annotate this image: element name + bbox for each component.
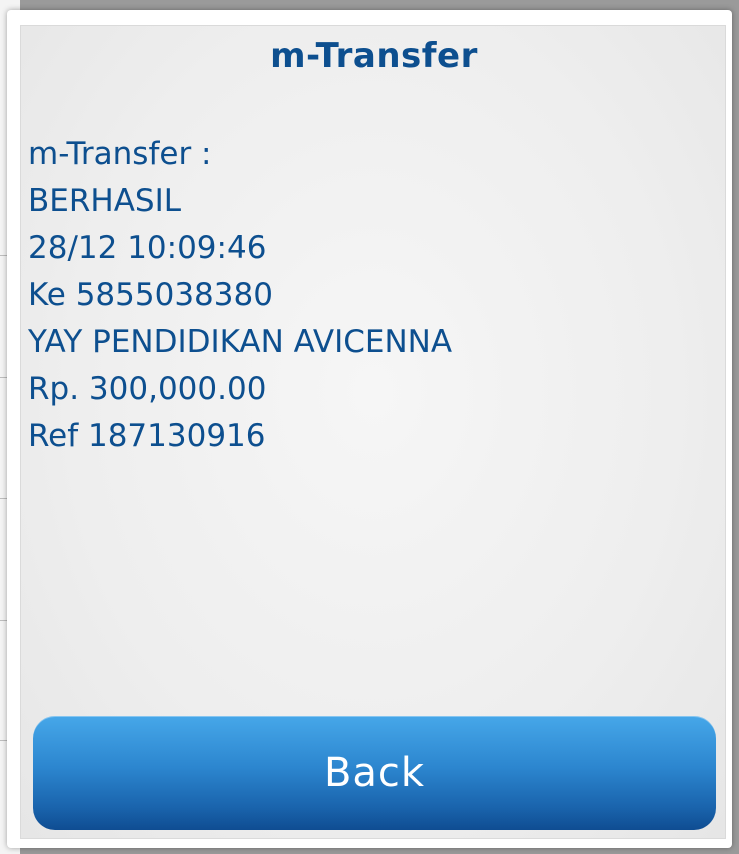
destination-account: Ke 5855038380: [28, 277, 273, 313]
transfer-status: BERHASIL: [28, 183, 182, 219]
transfer-message: m-Transfer : BERHASIL 28/12 10:09:46 Ke …: [28, 131, 708, 460]
dialog-title: m-Transfer: [270, 36, 478, 76]
recipient-name: YAY PENDIDIKAN AVICENNA: [28, 324, 453, 360]
transfer-amount: Rp. 300,000.00: [28, 371, 267, 407]
reference-number: Ref 187130916: [28, 418, 266, 454]
transfer-datetime: 28/12 10:09:46: [28, 230, 267, 266]
transfer-result-dialog: m-Transfer m-Transfer : BERHASIL 28/12 1…: [7, 10, 732, 848]
dialog-content: m-Transfer m-Transfer : BERHASIL 28/12 1…: [20, 25, 726, 839]
message-header: m-Transfer :: [28, 136, 212, 172]
back-button-label: Back: [323, 750, 426, 796]
back-button[interactable]: Back: [33, 716, 716, 830]
